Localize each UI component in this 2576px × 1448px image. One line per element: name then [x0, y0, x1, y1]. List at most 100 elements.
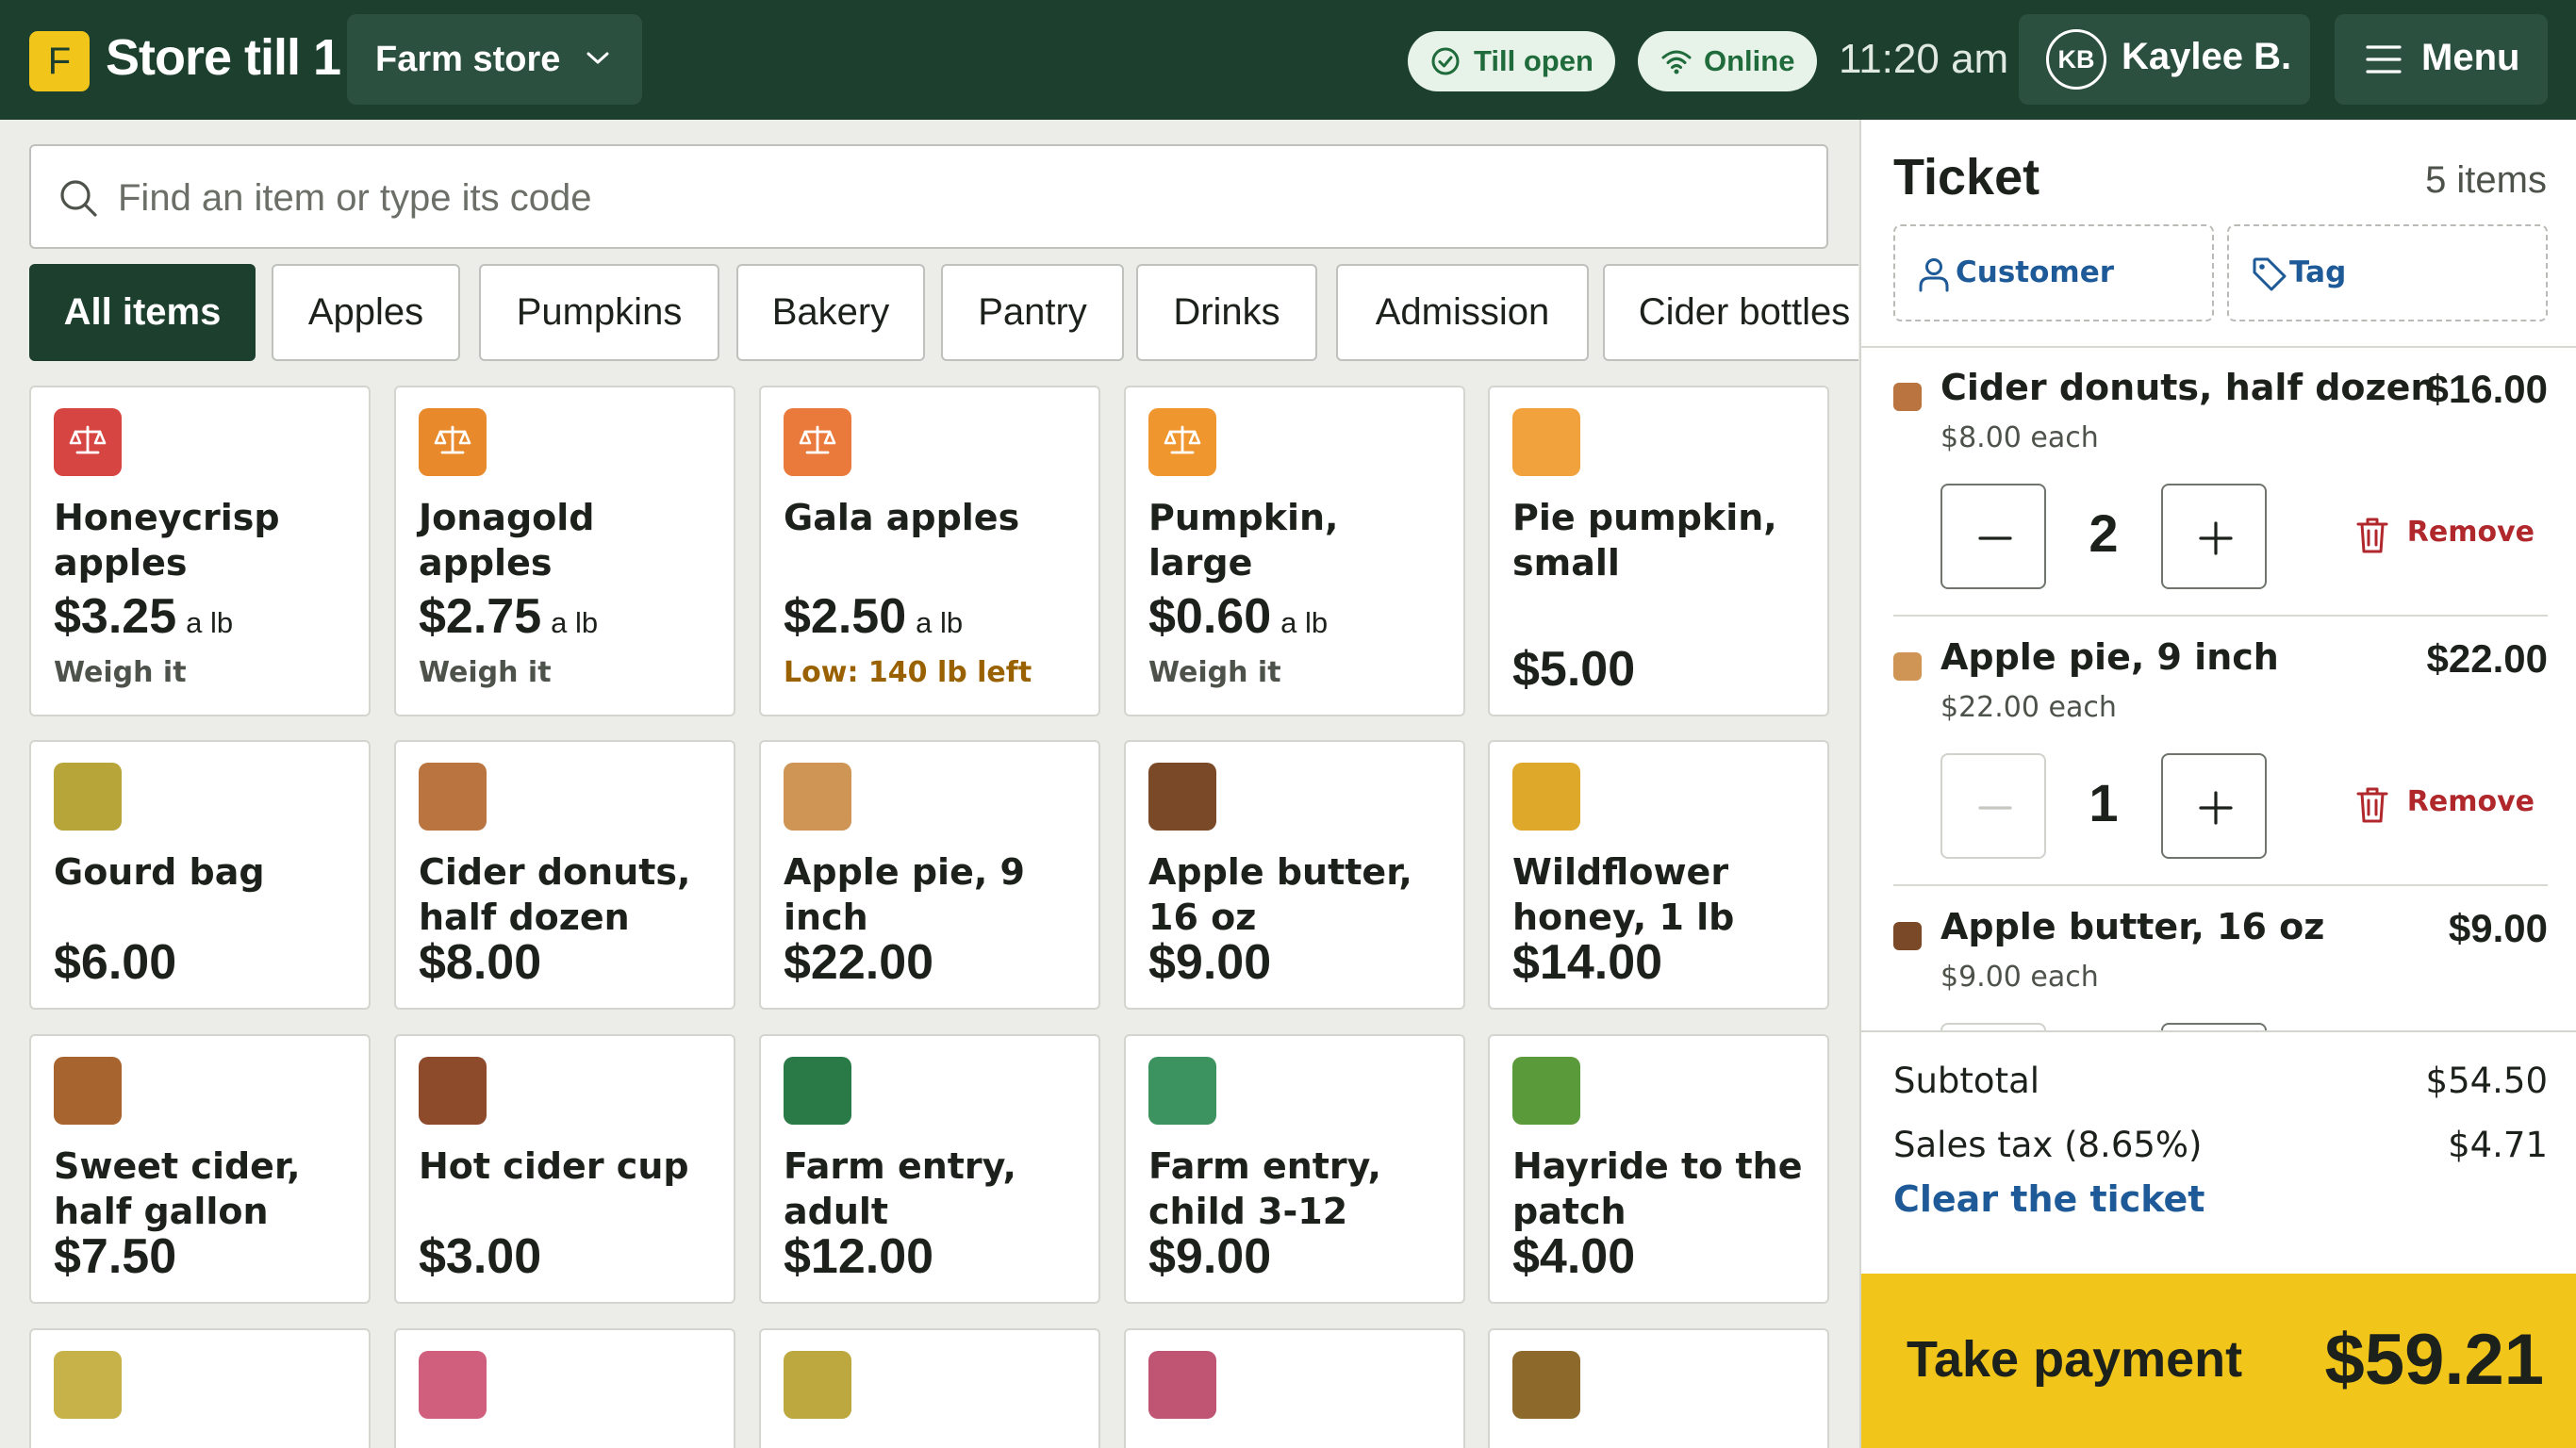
- item-name: Gala apples: [784, 497, 1020, 538]
- item-price: $6.00: [54, 935, 177, 990]
- weigh-note: Weigh it: [1148, 656, 1281, 689]
- subtotal-value: $54.50: [2425, 1061, 2548, 1101]
- item-card[interactable]: Farm entry, child 3-12 $9.00: [1124, 1034, 1465, 1304]
- item-price: $9.00: [1148, 935, 1272, 990]
- item-card[interactable]: [1124, 1328, 1465, 1448]
- clock: 11:20 am: [1839, 36, 2009, 82]
- minus-icon: [1978, 536, 2012, 540]
- line-item-name: Cider donuts, half dozen: [1940, 367, 2436, 408]
- item-price-value: $2.50: [784, 589, 907, 644]
- item-name: Cider donuts, half dozen: [419, 851, 691, 938]
- item-price: $12.00: [784, 1229, 934, 1284]
- item-card[interactable]: Hayride to the patch $4.00: [1488, 1034, 1829, 1304]
- item-card[interactable]: Cider donuts, half dozen $8.00: [394, 740, 735, 1010]
- item-color-swatch: [784, 1057, 851, 1125]
- person-icon: [1919, 258, 1949, 292]
- item-price: $2.50 a lb: [784, 588, 963, 645]
- item-card[interactable]: [759, 1328, 1100, 1448]
- item-name: Apple pie, 9 inch: [784, 851, 1025, 938]
- line-total: $9.00: [2448, 906, 2548, 950]
- item-card[interactable]: Honeycrisp apples $3.25 a lb Weigh it: [29, 386, 371, 716]
- line-color-swatch: [1893, 383, 1922, 411]
- trash-icon: [2356, 518, 2388, 553]
- menu-button[interactable]: Menu: [2335, 14, 2548, 105]
- item-grid: Honeycrisp apples $3.25 a lb Weigh it Jonago…: [0, 0, 1859, 1448]
- item-price: $4.00: [1512, 1229, 1636, 1284]
- item-price: $5.00: [1512, 642, 1636, 697]
- item-card[interactable]: [1488, 1328, 1829, 1448]
- clear-ticket-link[interactable]: Clear the ticket: [1893, 1178, 2204, 1220]
- item-card[interactable]: Apple butter, 16 oz $9.00: [1124, 740, 1465, 1010]
- item-card[interactable]: Gala apples $2.50 a lb Low: 140 lb left: [759, 386, 1100, 716]
- item-price: $7.50: [54, 1229, 177, 1284]
- item-color-swatch: [1512, 763, 1580, 831]
- remove-line-button[interactable]: Remove: [2356, 785, 2535, 823]
- item-color-swatch: [1512, 1351, 1580, 1419]
- ticket-lines[interactable]: Cider donuts, half dozen $16.00 $8.00 each…: [1861, 348, 2576, 1149]
- scale-icon: [1164, 423, 1201, 461]
- item-card[interactable]: Farm entry, adult $12.00: [759, 1034, 1100, 1304]
- item-color-swatch: [784, 763, 851, 831]
- line-total: $16.00: [2426, 367, 2548, 411]
- remove-label: Remove: [2406, 516, 2535, 549]
- decrease-quantity-button[interactable]: [1940, 753, 2046, 859]
- subtotal-label: Subtotal: [1893, 1061, 2040, 1101]
- item-card[interactable]: [394, 1328, 735, 1448]
- line-total: $22.00: [2426, 636, 2548, 681]
- plus-icon: [2199, 791, 2233, 825]
- item-color-swatch: [1148, 408, 1216, 476]
- weigh-note: Weigh it: [419, 656, 552, 689]
- item-card[interactable]: Wildflower honey, 1 lb $14.00: [1488, 740, 1829, 1010]
- item-color-swatch: [54, 408, 122, 476]
- increase-quantity-button[interactable]: [2161, 484, 2267, 589]
- tax-value: $4.71: [2448, 1125, 2548, 1165]
- line-item-name: Apple butter, 16 oz: [1940, 906, 2325, 947]
- item-name: Pie pumpkin, small: [1512, 497, 1777, 584]
- line-color-swatch: [1893, 922, 1922, 950]
- decrease-quantity-button[interactable]: [1940, 484, 2046, 589]
- scale-icon: [69, 423, 107, 461]
- item-price-value: $0.60: [1148, 589, 1272, 644]
- item-color-swatch: [1512, 1057, 1580, 1125]
- item-name: Apple butter, 16 oz: [1148, 851, 1412, 938]
- tag-button[interactable]: Tag: [2227, 224, 2548, 321]
- item-price-unit: a lb: [916, 606, 964, 639]
- item-color-swatch: [419, 408, 487, 476]
- minus-icon: [1978, 806, 2012, 810]
- item-card[interactable]: Gourd bag $6.00: [29, 740, 371, 1010]
- item-color-swatch: [54, 1057, 122, 1125]
- take-payment-button[interactable]: Take payment $59.21: [1861, 1274, 2576, 1448]
- item-card[interactable]: Hot cider cup $3.00: [394, 1034, 735, 1304]
- remove-label: Remove: [2406, 785, 2535, 818]
- item-color-swatch: [1512, 408, 1580, 476]
- tax-row: Sales tax (8.65%) $4.71: [1893, 1125, 2548, 1165]
- item-color-swatch: [1148, 1351, 1216, 1419]
- user-button[interactable]: KB Kaylee B.: [2019, 14, 2310, 105]
- item-price-unit: a lb: [551, 606, 599, 639]
- item-price: $22.00: [784, 935, 934, 990]
- payment-total: $59.21: [2324, 1320, 2544, 1400]
- item-card[interactable]: [29, 1328, 371, 1448]
- item-card[interactable]: Sweet cider, half gallon $7.50: [29, 1034, 371, 1304]
- item-card[interactable]: Apple pie, 9 inch $22.00: [759, 740, 1100, 1010]
- ticket-line: Apple pie, 9 inch $22.00 $22.00 each 1 Remov…: [1893, 617, 2548, 886]
- weigh-note: Weigh it: [54, 656, 187, 689]
- item-card[interactable]: Pumpkin, large $0.60 a lb Weigh it: [1124, 386, 1465, 716]
- take-payment-label: Take payment: [1907, 1331, 2243, 1388]
- item-price-value: $3.25: [54, 589, 177, 644]
- trash-icon: [2356, 787, 2388, 823]
- ticket-panel: Ticket 5 items Customer Tag Cider donuts…: [1859, 120, 2576, 1448]
- remove-line-button[interactable]: Remove: [2356, 516, 2535, 553]
- item-price: $8.00: [419, 935, 542, 990]
- hamburger-icon: [2366, 45, 2402, 74]
- item-color-swatch: [419, 763, 487, 831]
- item-name: Honeycrisp apples: [54, 497, 280, 584]
- item-card[interactable]: Pie pumpkin, small $5.00: [1488, 386, 1829, 716]
- customer-button[interactable]: Customer: [1893, 224, 2214, 321]
- avatar: KB: [2046, 29, 2106, 90]
- item-card[interactable]: Jonagold apples $2.75 a lb Weigh it: [394, 386, 735, 716]
- item-price-unit: a lb: [186, 606, 234, 639]
- increase-quantity-button[interactable]: [2161, 753, 2267, 859]
- ticket-line: Cider donuts, half dozen $16.00 $8.00 each…: [1893, 348, 2548, 617]
- item-price: $9.00: [1148, 1229, 1272, 1284]
